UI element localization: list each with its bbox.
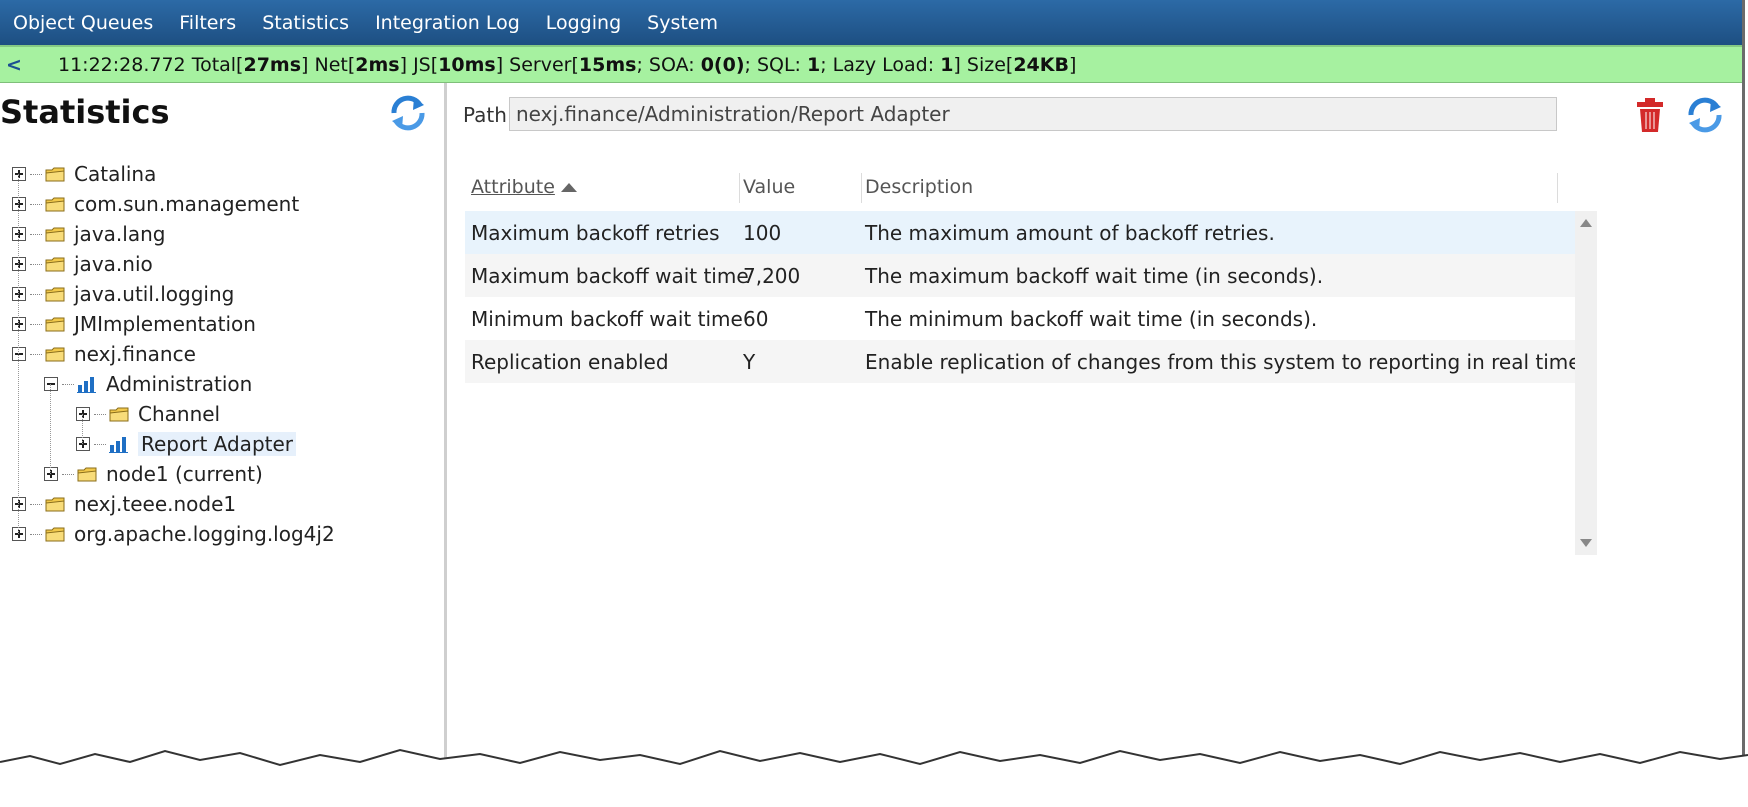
torn-edge-decoration [0, 748, 1748, 807]
